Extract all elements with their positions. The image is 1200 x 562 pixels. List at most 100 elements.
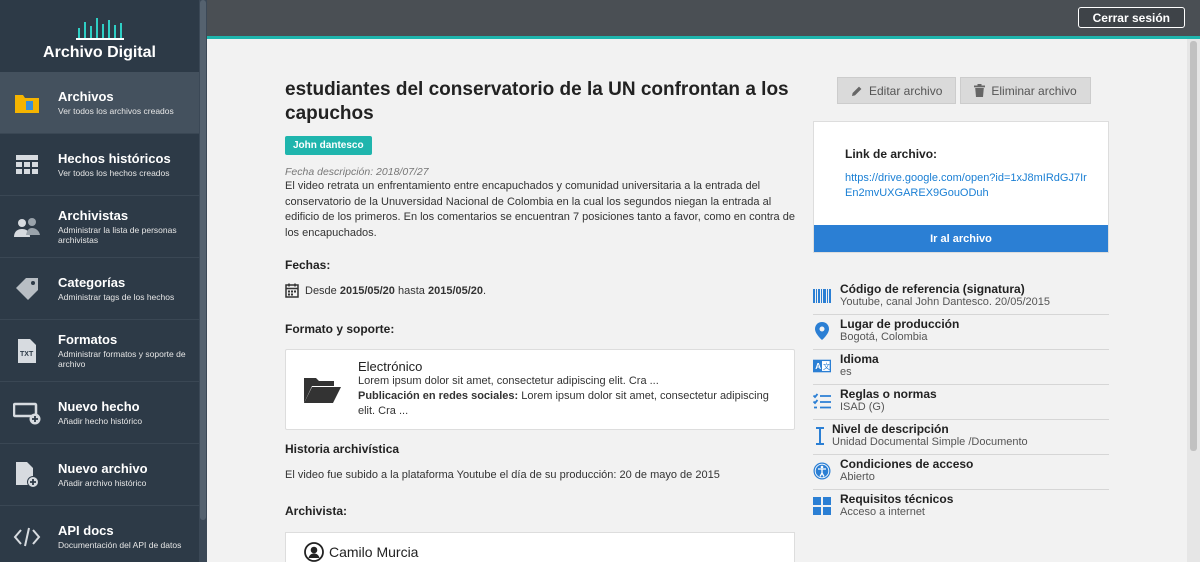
author-tag[interactable]: John dantesco <box>285 136 372 155</box>
folder-icon <box>13 89 41 117</box>
translate-icon: A文 <box>813 357 831 375</box>
format-name: Electrónico <box>358 359 423 374</box>
metadata-item-rules: Reglas o normas ISAD (G) <box>813 385 1109 420</box>
description-text: El video retrata un enfrentamiento entre… <box>285 180 795 239</box>
delete-file-label: Eliminar archivo <box>991 83 1077 98</box>
edit-file-label: Editar archivo <box>869 83 943 98</box>
archivist-title: Archivista: <box>285 504 348 518</box>
sidebar-item-label: Categorías <box>58 275 126 290</box>
sidebar-item-sub: Administrar formatos y soporte de archiv… <box>58 349 186 369</box>
page-scrollbar[interactable] <box>1187 39 1200 562</box>
metadata-value: es <box>840 366 852 378</box>
sidebar-item-archivos[interactable]: Archivos Ver todos los archivos creados <box>0 72 199 134</box>
sidebar-item-sub: Administrar la lista de personas archivi… <box>58 225 177 245</box>
sidebar-item-nuevo-hecho[interactable]: Nuevo hecho Añadir hecho histórico <box>0 382 199 444</box>
add-file-icon <box>13 461 41 489</box>
publication-label: Publicación en redes sociales: <box>358 390 519 402</box>
go-to-file-button[interactable]: Ir al archivo <box>814 225 1108 252</box>
sidebar-item-sub: Ver todos los hechos creados <box>58 168 170 178</box>
barcode-icon <box>813 287 831 305</box>
metadata-title: Reglas o normas <box>840 387 937 401</box>
svg-text:A: A <box>815 362 821 371</box>
description-date: Fecha descripción: 2018/07/27 <box>285 166 429 178</box>
date-to: 2015/05/20 <box>427 284 484 297</box>
metadata-item-reference-code: Código de referencia (signatura) Youtube… <box>813 280 1109 315</box>
format-description: Lorem ipsum dolor sit amet, consectetur … <box>358 375 659 387</box>
trash-icon <box>974 84 986 97</box>
sidebar-item-hechos[interactable]: Hechos históricos Ver todos los hechos c… <box>0 134 199 196</box>
metadata-value: Unidad Documental Simple /Documento <box>832 436 1028 448</box>
format-publication: Publicación en redes sociales: Lorem ips… <box>358 389 778 419</box>
svg-text:TXT: TXT <box>20 351 34 358</box>
page-scrollbar-thumb[interactable] <box>1190 41 1197 451</box>
sidebar-scrollbar[interactable] <box>199 0 207 562</box>
metadata-title: Código de referencia (signatura) <box>840 282 1025 296</box>
metadata-list: Código de referencia (signatura) Youtube… <box>813 280 1109 525</box>
dates-line: Desde 2015/05/20 hasta 2015/05/20. <box>285 283 795 298</box>
user-circle-icon <box>304 542 324 562</box>
file-link-label: Link de archivo: <box>845 147 938 161</box>
metadata-title: Condiciones de acceso <box>840 457 974 471</box>
archive-logo-icon <box>75 18 124 40</box>
brand[interactable]: Archivo Digital <box>0 0 199 72</box>
edit-file-button[interactable]: Editar archivo <box>837 77 957 104</box>
metadata-value: Acceso a internet <box>840 506 925 518</box>
top-bar-accent-line <box>207 36 1200 39</box>
sidebar: Archivo Digital Archivos Ver todos los a… <box>0 0 199 562</box>
open-folder-icon <box>304 378 341 403</box>
pencil-icon <box>852 86 862 96</box>
checklist-icon <box>813 392 831 410</box>
format-card: Electrónico Lorem ipsum dolor sit amet, … <box>285 349 795 430</box>
delete-file-button[interactable]: Eliminar archivo <box>960 77 1091 104</box>
metadata-value: ISAD (G) <box>840 401 885 413</box>
archivist-name: Camilo Murcia <box>329 544 419 560</box>
sidebar-item-nuevo-archivo[interactable]: Nuevo archivo Añadir archivo histórico <box>0 444 199 506</box>
dates-suffix: . <box>483 284 487 297</box>
sidebar-item-categorias[interactable]: Categorías Administrar tags de los hecho… <box>0 258 199 320</box>
dates-title: Fechas: <box>285 258 331 272</box>
sidebar-item-label: Nuevo hecho <box>58 399 140 414</box>
action-buttons: Editar archivo Eliminar archivo <box>837 77 1091 104</box>
archivist-card[interactable]: Camilo Murcia <box>285 532 795 562</box>
logout-button[interactable]: Cerrar sesión <box>1077 7 1185 28</box>
sidebar-item-sub: Añadir archivo histórico <box>58 478 147 488</box>
add-window-icon <box>13 399 41 427</box>
dates-prefix: Desde <box>305 284 337 297</box>
location-pin-icon <box>813 322 831 340</box>
metadata-title: Lugar de producción <box>840 317 960 331</box>
metadata-value: Abierto <box>840 471 875 483</box>
sidebar-item-formatos[interactable]: TXT Formatos Administrar formatos y sopo… <box>0 320 199 382</box>
metadata-item-access-conditions: Condiciones de acceso Abierto <box>813 455 1109 490</box>
sidebar-item-sub: Administrar tags de los hechos <box>58 292 175 302</box>
metadata-item-language: A文 Idioma es <box>813 350 1109 385</box>
metadata-title: Nivel de descripción <box>832 422 949 436</box>
sidebar-item-api-docs[interactable]: API docs Documentación del API de datos <box>0 506 199 562</box>
tag-icon <box>13 275 41 303</box>
sidebar-item-sub: Ver todos los archivos creados <box>58 106 174 116</box>
history-title: Historia archivística <box>285 442 400 456</box>
metadata-title: Requisitos técnicos <box>840 492 954 506</box>
windows-icon <box>813 497 831 515</box>
file-link-card: Link de archivo: https://drive.google.co… <box>813 121 1109 253</box>
dates-middle: hasta <box>397 284 425 297</box>
calendar-icon <box>285 283 299 298</box>
sidebar-item-label: Formatos <box>58 332 118 347</box>
svg-text:文: 文 <box>823 362 830 371</box>
top-bar: Cerrar sesión <box>207 0 1200 36</box>
brand-name: Archivo Digital <box>43 44 156 61</box>
sidebar-item-sub: Documentación del API de datos <box>58 540 182 550</box>
date-from: 2015/05/20 <box>339 284 395 297</box>
sidebar-item-archivistas[interactable]: Archivistas Administrar la lista de pers… <box>0 196 199 258</box>
txt-file-icon: TXT <box>13 337 41 365</box>
history-text: El video fue subido a la plataforma Yout… <box>285 469 720 481</box>
sidebar-item-label: Nuevo archivo <box>58 461 148 476</box>
file-link-url[interactable]: https://drive.google.com/open?id=1xJ8mIR… <box>845 171 1090 201</box>
metadata-item-production-place: Lugar de producción Bogotá, Colombia <box>813 315 1109 350</box>
grid-icon <box>13 151 41 179</box>
sidebar-item-sub: Añadir hecho histórico <box>58 416 143 426</box>
sidebar-item-label: Archivos <box>58 89 114 104</box>
metadata-value: Youtube, canal John Dantesco. 20/05/2015 <box>840 296 1050 308</box>
sidebar-scrollbar-thumb[interactable] <box>200 0 206 520</box>
main-content: estudiantes del conservatorio de la UN c… <box>285 78 795 562</box>
code-icon <box>13 523 41 551</box>
